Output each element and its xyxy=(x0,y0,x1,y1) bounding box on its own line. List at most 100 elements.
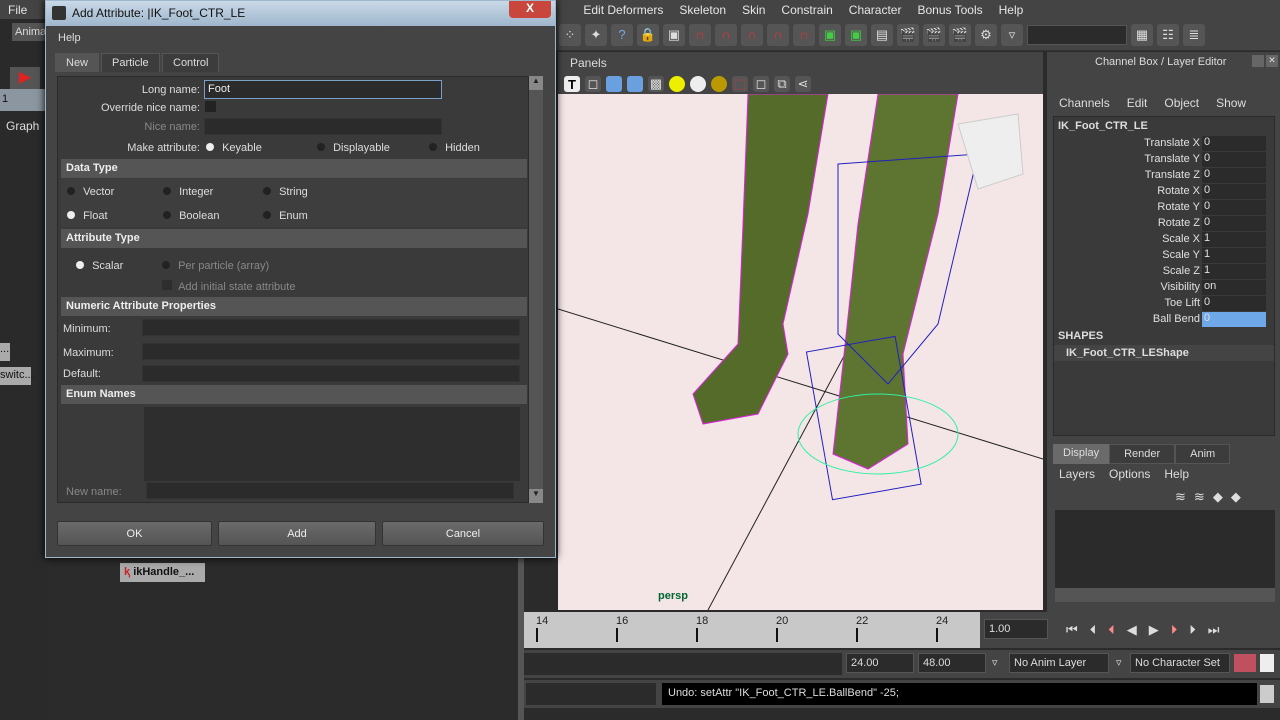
channel-row[interactable]: Scale Z1 xyxy=(1054,263,1274,279)
menu-skin[interactable]: Skin xyxy=(734,3,773,17)
ikhandle-node[interactable]: ⱪ ikHandle_... xyxy=(120,563,205,582)
auto-key-icon[interactable] xyxy=(1234,654,1256,672)
attribute-editor-icon[interactable]: ▦ xyxy=(1131,23,1153,46)
script-editor-icon[interactable] xyxy=(1260,685,1274,703)
enum-names-header[interactable]: Enum Names xyxy=(61,385,527,404)
menu-layers[interactable]: Layers xyxy=(1059,467,1095,481)
particle-icon[interactable]: ⁘ xyxy=(559,23,581,46)
numeric-properties-header[interactable]: Numeric Attribute Properties xyxy=(61,297,527,316)
layer-scrollbar[interactable] xyxy=(1055,588,1275,602)
tab-new[interactable]: New xyxy=(55,53,100,72)
character-set-select[interactable]: No Character Set xyxy=(1130,653,1230,673)
scroll-up-icon[interactable]: ▲ xyxy=(529,76,543,90)
dropdown-arrow-icon[interactable]: ▿ xyxy=(992,656,998,669)
go-to-start-icon[interactable]: ⏮ xyxy=(1066,622,1078,638)
channel-value[interactable]: 1 xyxy=(1202,263,1266,279)
menu-character[interactable]: Character xyxy=(841,3,910,17)
menu-object[interactable]: Object xyxy=(1164,96,1199,110)
channel-value[interactable]: 0 xyxy=(1202,167,1266,183)
new-layer-icon[interactable]: ◆ xyxy=(1213,489,1223,505)
new-layer-selected-icon[interactable]: ◆ xyxy=(1231,489,1241,505)
wireframe-icon[interactable]: ◻ xyxy=(585,76,601,92)
menu-options[interactable]: Options xyxy=(1109,467,1150,481)
form-scrollbar[interactable]: ▲ ▼ xyxy=(529,76,543,503)
dropdown-arrow-icon[interactable]: ▿ xyxy=(1116,656,1122,669)
select-mode-icon[interactable]: ▿ xyxy=(1001,23,1023,46)
range-bar[interactable] xyxy=(524,653,842,675)
snap-curve-icon[interactable]: ∩ xyxy=(715,23,737,46)
tab-control[interactable]: Control xyxy=(162,53,220,72)
shape-name[interactable]: IK_Foot_CTR_LEShape xyxy=(1054,345,1274,361)
ipr-icon[interactable]: 🎬 xyxy=(923,23,945,46)
texture-icon[interactable]: ▩ xyxy=(648,76,664,92)
channel-value[interactable]: 0 xyxy=(1202,199,1266,215)
help-icon[interactable]: ? xyxy=(611,23,633,46)
light-icon[interactable] xyxy=(669,76,685,92)
dialog-titlebar[interactable]: Add Attribute: |IK_Foot_CTR_LE xyxy=(46,1,555,26)
channel-row[interactable]: Scale X1 xyxy=(1054,231,1274,247)
range-max-field[interactable]: 48.00 xyxy=(918,653,986,673)
channel-row[interactable]: Rotate Y0 xyxy=(1054,199,1274,215)
input-ops-icon[interactable]: ▣ xyxy=(819,23,841,46)
dialog-help-menu[interactable]: Help xyxy=(58,32,81,44)
channel-row[interactable]: Translate X0 xyxy=(1054,135,1274,151)
fluid-icon[interactable]: ✦ xyxy=(585,23,607,46)
menu-channels[interactable]: Channels xyxy=(1059,96,1110,110)
menu-layer-help[interactable]: Help xyxy=(1164,467,1189,481)
add-button[interactable]: Add xyxy=(218,521,376,546)
radio-float[interactable]: Float xyxy=(67,210,108,222)
radio-integer[interactable]: Integer xyxy=(163,186,213,198)
channel-value[interactable]: 0 xyxy=(1202,151,1266,167)
render-icon[interactable]: 🎬 xyxy=(897,23,919,46)
radio-keyable[interactable]: Keyable xyxy=(206,142,262,154)
shelf-tab[interactable]: Anima xyxy=(12,23,48,41)
menu-edit[interactable]: Edit xyxy=(1127,96,1148,110)
quick-select-input[interactable] xyxy=(1027,24,1127,45)
maximum-input[interactable] xyxy=(142,343,520,360)
radio-string[interactable]: String xyxy=(263,186,308,198)
select-tool-icon[interactable]: ▶ xyxy=(10,67,40,91)
channel-value[interactable]: 0 xyxy=(1202,311,1266,327)
channel-row[interactable]: Translate Z0 xyxy=(1054,167,1274,183)
close-button[interactable]: X xyxy=(509,1,551,18)
channel-row[interactable]: Translate Y0 xyxy=(1054,151,1274,167)
snap-live-icon[interactable]: ∩ xyxy=(793,23,815,46)
channel-row[interactable]: Scale Y1 xyxy=(1054,247,1274,263)
history-icon[interactable]: ▤ xyxy=(871,23,893,46)
channel-value[interactable]: 1 xyxy=(1202,231,1266,247)
tab-anim[interactable]: Anim xyxy=(1175,444,1231,464)
radio-hidden[interactable]: Hidden xyxy=(429,142,480,154)
time-slider[interactable]: 14 16 18 20 22 24 xyxy=(524,612,980,648)
current-time-field[interactable]: 1.00 xyxy=(984,619,1048,639)
menu-show[interactable]: Show xyxy=(1216,96,1246,110)
step-back-frame-icon[interactable]: ⏴ xyxy=(1090,622,1097,638)
radio-boolean[interactable]: Boolean xyxy=(163,210,219,222)
close-icon[interactable]: ✕ xyxy=(1266,55,1278,67)
smooth-shade-icon[interactable] xyxy=(606,76,622,92)
channel-value[interactable]: 0 xyxy=(1202,135,1266,151)
step-back-key-icon[interactable]: ⏴ xyxy=(1108,622,1115,638)
new-layer-down-icon[interactable]: ≋ xyxy=(1194,489,1205,505)
scroll-down-icon[interactable]: ▼ xyxy=(529,489,543,503)
anim-prefs-icon[interactable] xyxy=(1260,654,1274,672)
anim-layer-select[interactable]: No Anim Layer xyxy=(1009,653,1109,673)
hypershade-icon[interactable]: ⚙ xyxy=(975,23,997,46)
radio-per-particle[interactable]: Per particle (array) xyxy=(162,260,269,272)
object-name[interactable]: IK_Foot_CTR_LE xyxy=(1054,117,1274,135)
channel-box-icon[interactable]: ≣ xyxy=(1183,23,1205,46)
menu-file[interactable]: File xyxy=(0,3,35,17)
tool-settings-icon[interactable]: ☷ xyxy=(1157,23,1179,46)
radio-enum[interactable]: Enum xyxy=(263,210,308,222)
range-end-field[interactable]: 24.00 xyxy=(846,653,914,673)
default-input[interactable] xyxy=(142,365,520,382)
xray-joints-icon[interactable]: ⧉ xyxy=(774,76,790,92)
wire-on-shade-icon[interactable] xyxy=(627,76,643,92)
command-input[interactable] xyxy=(526,683,656,705)
isolate-icon[interactable]: ⬚ xyxy=(732,76,748,92)
render-settings-icon[interactable]: 🎬 xyxy=(949,23,971,46)
snap-grid-icon[interactable]: ∩ xyxy=(689,23,711,46)
enum-names-list[interactable] xyxy=(144,407,520,481)
cancel-button[interactable]: Cancel xyxy=(382,521,544,546)
menu-help[interactable]: Help xyxy=(991,3,1032,17)
channel-row[interactable]: Rotate X0 xyxy=(1054,183,1274,199)
